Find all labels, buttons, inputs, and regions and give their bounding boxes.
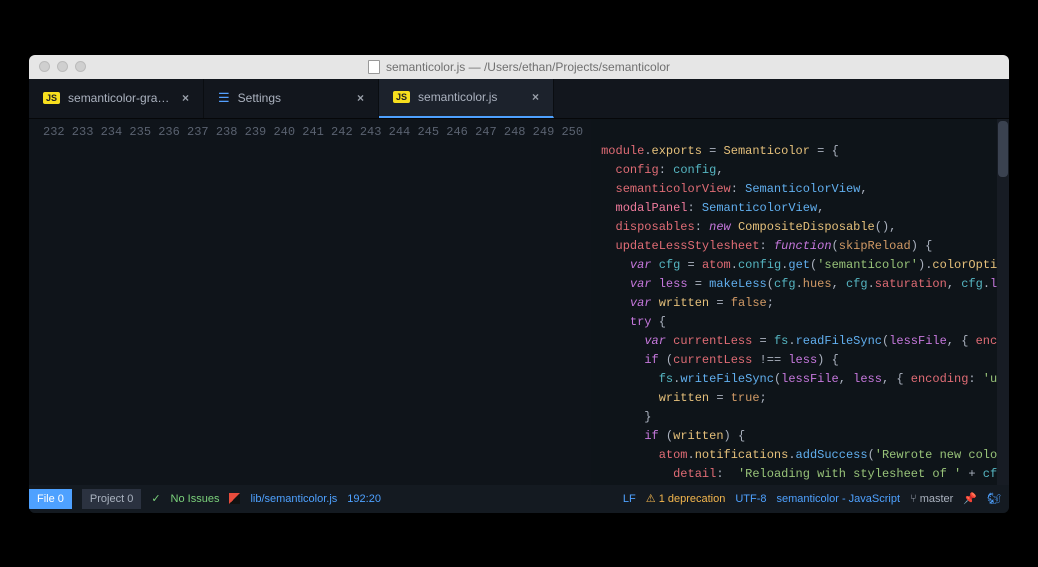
code-line[interactable]: updateLessStylesheet: function(skipReloa… [601,237,1009,256]
settings-icon: ☰ [218,90,230,106]
status-issues[interactable]: No Issues [171,493,220,505]
tab-2[interactable]: JS semanticolor.js × [379,79,554,118]
window-title-text: semanticolor.js — /Users/ethan/Projects/… [386,60,670,74]
code-line[interactable]: if (currentLess !== less) { [601,351,1009,370]
code-line[interactable]: var less = makeLess(cfg.hues, cfg.satura… [601,275,1009,294]
code-line[interactable]: modalPanel: SemanticolorView, [601,199,1009,218]
editor-area: 232 233 234 235 236 237 238 239 240 241 … [29,119,1009,485]
tab-close-icon[interactable]: × [182,91,189,105]
status-deprecation[interactable]: ⚠ 1 deprecation [646,492,726,505]
status-cursor-position[interactable]: 192:20 [347,493,381,505]
status-git-branch[interactable]: ⑂ master [910,493,953,505]
code-line[interactable]: config: config, [601,161,1009,180]
tab-1[interactable]: ☰ Settings × [204,79,379,118]
git-branch-icon: ⑂ [910,493,917,505]
tab-label: Settings [238,91,281,105]
tab-0[interactable]: JS semanticolor-gram… × [29,79,204,118]
code-line[interactable]: module.exports = Semanticolor = { [601,142,1009,161]
code-line[interactable] [601,123,1009,142]
code-line[interactable]: detail: 'Reloading with stylesheet of ' … [601,465,1009,484]
code-editor[interactable]: module.exports = Semanticolor = { config… [591,119,1009,485]
js-file-icon: JS [43,92,60,104]
code-line[interactable]: var currentLess = fs.readFileSync(lessFi… [601,332,1009,351]
titlebar[interactable]: semanticolor.js — /Users/ethan/Projects/… [29,55,1009,79]
status-bar: File 0 Project 0 ✓ No Issues lib/semanti… [29,485,1009,513]
squirrel-icon[interactable]: 🐿 [987,492,1001,505]
tab-bar: JS semanticolor-gram… × ☰ Settings × JS semanti… [29,79,1009,119]
status-file-count[interactable]: File 0 [29,489,72,509]
tab-label: semanticolor.js [418,90,497,104]
code-line[interactable]: try { [601,313,1009,332]
status-grammar[interactable]: semanticolor - JavaScript [777,493,901,505]
linter-icon[interactable] [229,493,240,504]
file-icon [368,60,380,74]
status-eol[interactable]: LF [623,493,636,505]
status-project-count[interactable]: Project 0 [82,489,141,509]
code-line[interactable]: disposables: new CompositeDisposable(), [601,218,1009,237]
code-line[interactable]: if (written) { [601,427,1009,446]
tab-close-icon[interactable]: × [532,90,539,104]
line-number-gutter[interactable]: 232 233 234 235 236 237 238 239 240 241 … [29,119,591,485]
tab-label: semanticolor-gram… [68,91,174,105]
code-line[interactable]: fs.writeFileSync(lessFile, less, { encod… [601,370,1009,389]
code-line[interactable]: } [601,408,1009,427]
warning-icon: ⚠ [646,493,656,505]
scrollbar-thumb[interactable] [998,121,1008,177]
pin-icon[interactable]: 📌 [963,492,977,505]
status-encoding[interactable]: UTF-8 [735,493,766,505]
status-file-path[interactable]: lib/semanticolor.js [250,493,337,505]
js-file-icon: JS [393,91,410,103]
code-line[interactable]: var cfg = atom.config.get('semanticolor'… [601,256,1009,275]
tab-close-icon[interactable]: × [357,91,364,105]
window-title: semanticolor.js — /Users/ethan/Projects/… [29,60,1009,74]
code-line[interactable]: semanticolorView: SemanticolorView, [601,180,1009,199]
code-line[interactable]: var written = false; [601,294,1009,313]
editor-window: semanticolor.js — /Users/ethan/Projects/… [29,55,1009,513]
code-line[interactable]: atom.notifications.addSuccess('Rewrote n… [601,446,1009,465]
check-icon: ✓ [151,492,160,505]
vertical-scrollbar[interactable] [997,119,1009,485]
code-line[interactable]: written = true; [601,389,1009,408]
